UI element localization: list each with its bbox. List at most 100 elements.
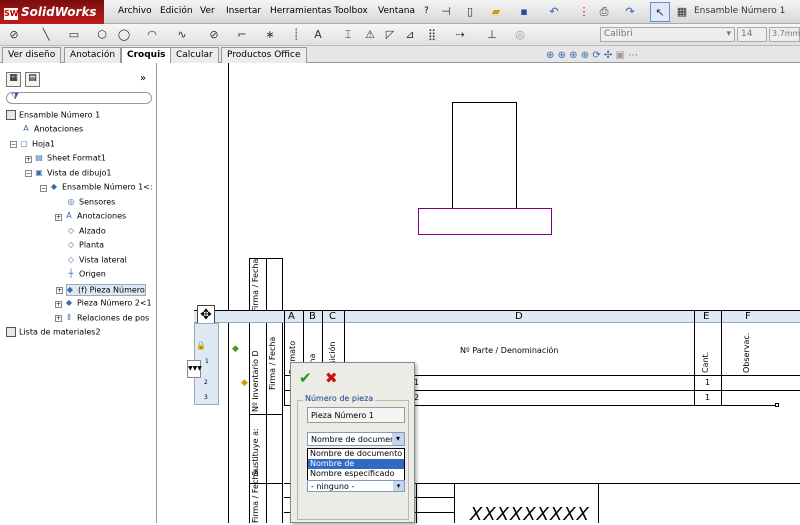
chevron-down-icon[interactable]: ▾ — [392, 433, 404, 445]
expand-icon[interactable]: + — [56, 287, 63, 294]
menu-toolbox[interactable]: Toolbox — [334, 6, 368, 16]
tree-item[interactable]: ◎ Sensores — [66, 197, 116, 207]
zoom-in-out-icon[interactable]: ⊕ — [569, 50, 577, 61]
open-folder-icon[interactable]: ▰ — [486, 2, 506, 22]
tab-ver-diseno[interactable]: Ver diseño — [2, 47, 62, 63]
rotate-icon[interactable]: ⟳ — [592, 50, 600, 61]
menu-ver[interactable]: Ver — [200, 6, 215, 16]
line-icon[interactable]: ╲ — [36, 25, 56, 45]
mirror-icon[interactable]: ⊿ — [400, 25, 420, 45]
tab-calcular[interactable]: Calcular — [170, 47, 219, 63]
option-nombre-especificado[interactable]: Nombre especificado por — [308, 469, 404, 488]
bom-col-letter[interactable]: C — [329, 311, 336, 322]
move-icon[interactable]: ⇢ — [450, 25, 470, 45]
zoom-area-icon[interactable]: ⊕ — [558, 50, 566, 61]
font-height-field[interactable]: 3.7mm — [769, 27, 800, 42]
bom-header-cant[interactable]: Cant. — [701, 345, 710, 373]
rebuild-icon[interactable]: ⋮ — [574, 2, 594, 22]
expand-icon[interactable]: − — [40, 184, 47, 192]
pattern-icon[interactable]: ⣿ — [422, 25, 442, 45]
bom-header-denominacion[interactable]: Nº Parte / Denominación — [460, 346, 558, 355]
tree-item[interactable]: − ▣ Vista de dibujo1 — [25, 168, 111, 178]
offset-icon[interactable]: ◸ — [380, 25, 400, 45]
tree-item[interactable]: A Anotaciones — [21, 124, 83, 134]
ellipse-icon[interactable]: ⊘ — [204, 25, 224, 45]
tab-productos-office[interactable]: Productos Office — [221, 47, 307, 63]
part-base-outline[interactable] — [418, 208, 552, 235]
menu-help[interactable]: ? — [424, 6, 429, 16]
menu-insertar[interactable]: Insertar — [226, 6, 261, 16]
smart-dimension-icon[interactable]: ⊘ — [4, 25, 24, 45]
menu-herramientas[interactable]: Herramientas — [270, 6, 331, 16]
ok-check-icon[interactable]: ✔ — [299, 369, 312, 387]
relations-icon[interactable]: ⊥ — [482, 25, 502, 45]
chevron-down-icon[interactable]: ▾ — [393, 481, 404, 491]
menu-edicion[interactable]: Edición — [160, 6, 193, 16]
repair-icon[interactable]: ◎ — [510, 25, 530, 45]
second-select[interactable]: - ninguno - ▾ — [307, 480, 405, 492]
tree-item[interactable]: − ◆ Ensamble Número 1<: — [40, 182, 153, 192]
expand-icon[interactable]: − — [10, 141, 17, 148]
font-size-select[interactable]: 14 — [737, 27, 767, 42]
bom-col-letter[interactable]: E — [703, 311, 709, 322]
expand-icon[interactable]: + — [25, 155, 32, 163]
tree-item[interactable]: ◇ Vista lateral — [66, 255, 127, 265]
expand-icon[interactable]: − — [25, 170, 32, 177]
centerline-icon[interactable]: ┊ — [286, 25, 306, 45]
tree-item[interactable]: + A Anotaciones — [55, 211, 126, 221]
tree-item[interactable]: ◇ Planta — [66, 240, 104, 250]
tree-item[interactable]: + ◆ Pieza Número 2<1 — [55, 298, 152, 308]
option-nombre-configuracion[interactable]: Nombre de configuración — [308, 459, 404, 478]
property-tab-icon[interactable]: ▤ — [25, 72, 40, 87]
expand-icon[interactable]: + — [55, 300, 62, 308]
pin-icon[interactable]: ⊣ — [436, 2, 456, 22]
resize-handle[interactable] — [775, 403, 779, 407]
new-doc-icon[interactable]: ▯ — [460, 2, 480, 22]
redo-icon[interactable]: ↷ — [620, 2, 640, 22]
font-family-select[interactable]: Calibri ▾ — [600, 27, 735, 42]
expand-icon[interactable]: + — [55, 315, 62, 322]
tree-item[interactable]: ◇ Alzado — [66, 226, 106, 236]
options-icon[interactable]: ▦ — [672, 2, 692, 22]
select-pointer-icon[interactable]: ↖ — [650, 2, 670, 22]
bom-col-letter[interactable]: F — [745, 311, 751, 322]
polygon-icon[interactable]: ⬡ — [92, 25, 112, 45]
tab-anotacion[interactable]: Anotación — [64, 47, 122, 63]
tree-item[interactable]: + ▤ Sheet Format1 — [25, 153, 106, 163]
warning-icon[interactable]: ⚠ — [360, 25, 380, 45]
save-icon[interactable]: ▪ — [514, 2, 534, 22]
name-source-select[interactable]: Nombre de document ▾ — [307, 432, 405, 446]
bom-col-letter[interactable]: D — [515, 311, 523, 322]
bom-cell-cant[interactable]: 1 — [705, 393, 710, 402]
spline-icon[interactable]: ∿ — [172, 25, 192, 45]
bom-header-observac[interactable]: Observac. — [742, 328, 751, 373]
tree-item[interactable]: − ▢ Hoja1 — [10, 139, 55, 149]
display-style-icon[interactable]: ▣ — [615, 50, 624, 61]
zoom-fit-icon[interactable]: ⊕ — [546, 50, 554, 61]
move-table-icon[interactable]: ✥ — [197, 305, 215, 325]
undo-icon[interactable]: ↶ — [544, 2, 564, 22]
circle-icon[interactable]: ◯ — [114, 25, 134, 45]
row-insert-icon[interactable]: ▼▼▼ — [187, 360, 202, 378]
bom-cell-cant[interactable]: 1 — [705, 378, 710, 387]
menu-archivo[interactable]: Archivo — [118, 6, 152, 16]
trim-icon[interactable]: ⌶ — [338, 25, 358, 45]
point-icon[interactable]: ∗ — [260, 25, 280, 45]
arc-icon[interactable]: ◠ — [142, 25, 162, 45]
tree-item-bom[interactable]: Lista de materiales2 — [6, 327, 101, 337]
fillet-icon[interactable]: ⌐ — [232, 25, 252, 45]
zoom-selection-icon[interactable]: ⊕ — [581, 50, 589, 61]
pan-icon[interactable]: ✣ — [604, 50, 612, 61]
rectangle-icon[interactable]: ▭ — [64, 25, 84, 45]
text-icon[interactable]: A — [308, 25, 328, 45]
part-body-outline[interactable] — [452, 102, 517, 209]
tree-root[interactable]: Ensamble Número 1 — [6, 110, 100, 120]
menu-ventana[interactable]: Ventana — [378, 6, 415, 16]
option-nombre-documento[interactable]: Nombre de documento — [308, 449, 404, 459]
tab-croquis[interactable]: Croquis — [121, 47, 172, 64]
expand-icon[interactable]: + — [55, 213, 62, 221]
bom-col-letter[interactable]: B — [309, 311, 316, 322]
expand-panel-icon[interactable]: » — [140, 73, 146, 84]
tree-item[interactable]: ┼ Origen — [66, 269, 106, 279]
cancel-x-icon[interactable]: ✖ — [325, 369, 338, 387]
